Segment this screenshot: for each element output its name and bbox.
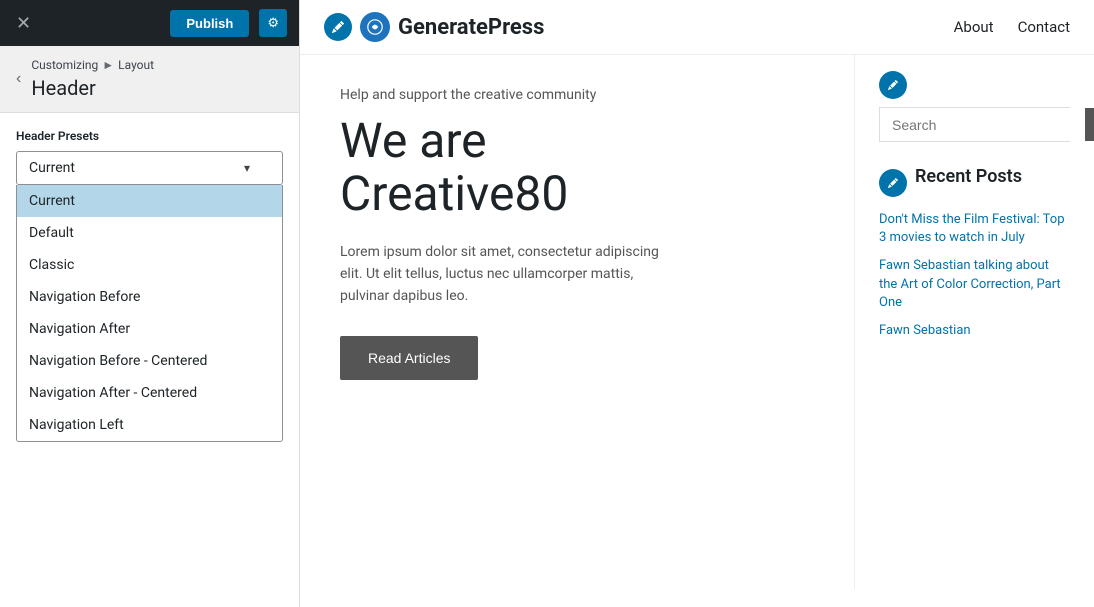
recent-post-link-1[interactable]: Fawn Sebastian talking about the Art of … — [879, 257, 1070, 312]
recent-posts-header: Recent Posts — [879, 166, 1070, 199]
settings-button[interactable]: ⚙ — [259, 9, 287, 37]
read-articles-button[interactable]: Read Articles — [340, 336, 478, 380]
nav-item-about[interactable]: About — [954, 18, 994, 36]
preview-area: GeneratePress About Contact Help and sup… — [300, 0, 1094, 607]
hero-title-line1: We are — [340, 112, 487, 169]
panel-header: ‹ Customizing ► Layout Header — [0, 46, 299, 113]
back-button[interactable]: ‹ — [16, 70, 21, 88]
hero-subtitle: Help and support the creative community — [340, 87, 814, 103]
site-name: GeneratePress — [398, 15, 544, 40]
dropdown-option-default[interactable]: Default — [17, 217, 282, 249]
header-presets-select[interactable]: Current ▾ Current Default Classic Naviga… — [16, 151, 283, 185]
close-button[interactable]: ✕ — [12, 10, 35, 36]
preview-body: Help and support the creative community … — [300, 55, 1094, 589]
dropdown-option-classic[interactable]: Classic — [17, 249, 282, 281]
select-display[interactable]: Current ▾ — [16, 151, 283, 185]
breadcrumb-separator: ► — [102, 58, 114, 72]
dropdown-option-nav-left[interactable]: Navigation Left — [17, 409, 282, 441]
breadcrumb-current: Layout — [118, 58, 154, 72]
selected-value: Current — [29, 160, 75, 176]
dropdown-option-nav-after[interactable]: Navigation After — [17, 313, 282, 345]
publish-button[interactable]: Publish — [170, 10, 249, 37]
chevron-down-icon: ▾ — [244, 161, 250, 175]
site-logo[interactable]: GeneratePress — [360, 12, 544, 42]
site-header: GeneratePress About Contact — [300, 0, 1094, 55]
logo-svg-icon — [367, 19, 383, 35]
hero-title: We are Creative80 — [340, 115, 814, 221]
recent-post-link-2[interactable]: Fawn Sebastian — [879, 322, 1070, 340]
search-input-row — [879, 107, 1070, 142]
logo-icon — [360, 12, 390, 42]
recent-posts-edit-icon[interactable] — [879, 169, 907, 197]
panel-title: Header — [31, 76, 154, 100]
section-label: Header Presets — [16, 129, 283, 143]
dropdown-option-nav-before-centered[interactable]: Navigation Before - Centered — [17, 345, 282, 377]
dropdown-option-nav-after-centered[interactable]: Navigation After - Centered — [17, 377, 282, 409]
sidebar: Recent Posts Don't Miss the Film Festiva… — [854, 55, 1094, 589]
recent-posts-title: Recent Posts — [915, 166, 1022, 187]
breadcrumb: Customizing ► Layout — [31, 58, 154, 72]
search-widget-edit-icon[interactable] — [879, 71, 907, 99]
breadcrumb-root: Customizing — [31, 58, 98, 72]
pencil-icon — [332, 21, 344, 33]
recent-post-link-0[interactable]: Don't Miss the Film Festival: Top 3 movi… — [879, 211, 1070, 247]
pencil-icon — [888, 80, 898, 90]
recent-posts-widget: Recent Posts Don't Miss the Film Festiva… — [879, 166, 1070, 340]
search-submit-button[interactable] — [1085, 108, 1094, 141]
hero-title-line2: Creative80 — [340, 165, 568, 222]
top-bar: ✕ Publish ⚙ — [0, 0, 299, 46]
main-content: Help and support the creative community … — [300, 55, 854, 589]
hero-body: Lorem ipsum dolor sit amet, consectetur … — [340, 241, 660, 308]
nav-item-contact[interactable]: Contact — [1018, 18, 1070, 36]
site-nav: About Contact — [954, 18, 1070, 36]
dropdown-option-current[interactable]: Current — [17, 185, 282, 217]
customizer-panel: ✕ Publish ⚙ ‹ Customizing ► Layout Heade… — [0, 0, 300, 607]
dropdown-option-nav-before[interactable]: Navigation Before — [17, 281, 282, 313]
search-widget-header — [879, 71, 1070, 99]
header-edit-icon[interactable] — [324, 13, 352, 41]
panel-content: Header Presets Current ▾ Current Default… — [0, 113, 299, 607]
search-widget — [879, 71, 1070, 142]
pencil-icon — [888, 178, 898, 188]
dropdown-list: Current Default Classic Navigation Befor… — [16, 185, 283, 442]
search-input[interactable] — [880, 108, 1085, 141]
